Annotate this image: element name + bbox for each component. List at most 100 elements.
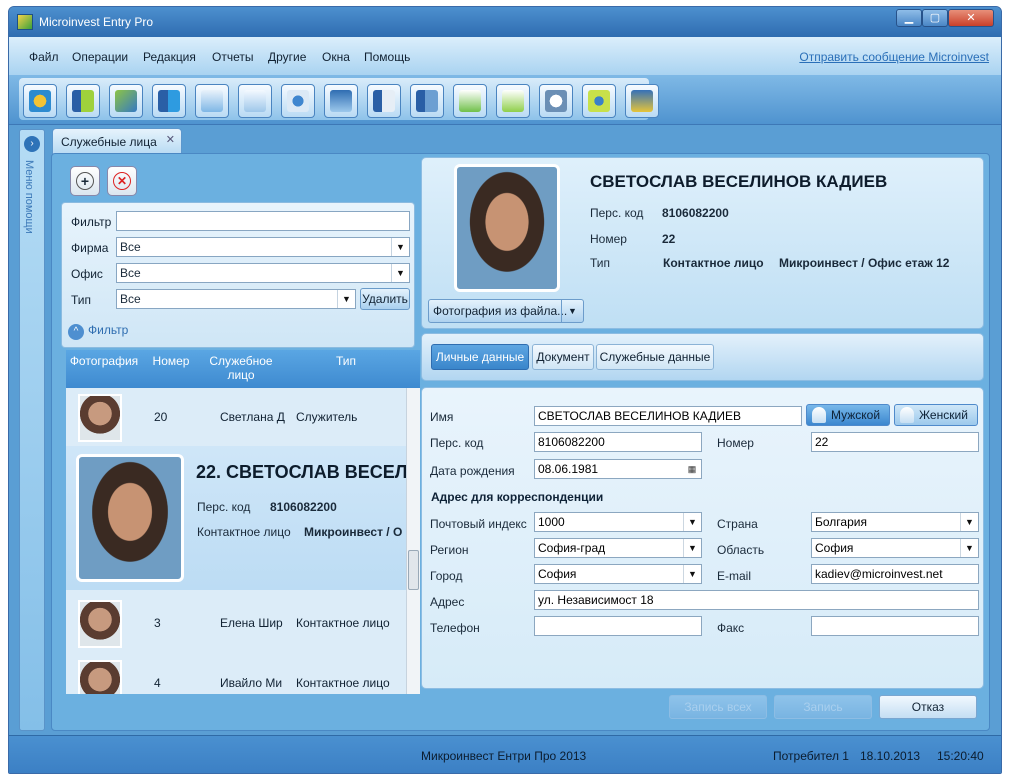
menu-other[interactable]: Другие <box>268 50 306 64</box>
menu-operations[interactable]: Операции <box>72 50 128 64</box>
add-document-icon[interactable] <box>195 84 229 118</box>
selected-id-value: 8106082200 <box>270 500 337 514</box>
fax-input[interactable] <box>811 616 979 636</box>
email-input[interactable]: kadiev@microinvest.net <box>811 564 979 584</box>
menu-edit[interactable]: Редакция <box>143 50 196 64</box>
close-button[interactable]: ✕ <box>948 9 994 27</box>
phone-input[interactable] <box>534 616 702 636</box>
save-all-button[interactable]: Запись всех <box>669 695 767 719</box>
row-type: Контактное лицо <box>296 616 390 630</box>
user-door-icon[interactable] <box>367 84 401 118</box>
add-button[interactable]: + <box>70 166 100 196</box>
male-user-icon <box>812 407 826 423</box>
menu-reports[interactable]: Отчеты <box>212 50 253 64</box>
filter-toggle[interactable]: ^ Фильтр <box>68 323 128 340</box>
minimize-button[interactable]: ▁ <box>896 9 922 27</box>
type-select[interactable]: Все ▼ <box>116 289 356 309</box>
type-label: Тип <box>71 293 92 307</box>
office-label: Офис <box>71 267 103 281</box>
chevron-down-icon: ▼ <box>683 565 701 583</box>
expand-arrow-icon[interactable]: › <box>24 136 40 152</box>
menu-windows[interactable]: Окна <box>322 50 350 64</box>
fax-label: Факс <box>717 621 745 635</box>
chevron-down-icon: ▼ <box>683 513 701 531</box>
selected-title: 22. СВЕТОСЛАВ ВЕСЕЛИН <box>196 462 420 482</box>
document-play-icon[interactable] <box>496 84 530 118</box>
help-icon[interactable] <box>625 84 659 118</box>
remove-button[interactable]: ✕ <box>107 166 137 196</box>
delete-button[interactable]: Удалить <box>360 288 410 310</box>
selected-list-item[interactable]: 22. СВЕТОСЛАВ ВЕСЕЛИН Перс. код 81060822… <box>66 446 420 590</box>
city-label: Город <box>430 569 463 583</box>
list-item[interactable]: 3 Елена Шир Контактное лицо <box>66 594 406 654</box>
exit-door-icon[interactable] <box>66 84 100 118</box>
address-input[interactable]: ул. Независимост 18 <box>534 590 979 610</box>
users-swap-icon[interactable] <box>109 84 143 118</box>
column-official[interactable]: Служебное лицо <box>206 354 276 382</box>
column-number[interactable]: Номер <box>146 354 196 368</box>
photo-from-file-button[interactable]: Фотография из файла... ▼ <box>428 299 584 323</box>
menu-help[interactable]: Помощь <box>364 50 410 64</box>
birth-date-label: Дата рождения <box>430 464 515 478</box>
list-header: Фотография Номер Служебное лицо Тип <box>66 350 420 388</box>
filter-input[interactable] <box>116 211 410 231</box>
status-date: 18.10.2013 <box>860 749 921 763</box>
address-section-title: Адрес для корреспонденции <box>431 490 604 504</box>
close-tab-icon[interactable]: ✕ <box>166 133 175 146</box>
zip-value: 1000 <box>538 515 565 529</box>
region-select[interactable]: София-град ▼ <box>534 538 702 558</box>
birth-date-input[interactable]: 08.06.1981 ▦ <box>534 459 702 479</box>
female-button[interactable]: Женский <box>894 404 978 426</box>
tab-officials[interactable]: Служебные лица ✕ <box>52 128 182 154</box>
tab-official-data[interactable]: Служебные данные <box>596 344 714 370</box>
power-icon[interactable] <box>23 84 57 118</box>
card-number-value: 22 <box>662 232 676 246</box>
save-button[interactable]: Запись <box>774 695 872 719</box>
chevron-down-icon[interactable]: ▼ <box>561 300 583 322</box>
row-name: Ивайло Ми <box>220 676 283 690</box>
user-door-icon-2[interactable] <box>410 84 444 118</box>
card-id-value: 8106082200 <box>662 206 729 220</box>
status-time: 15:20:40 <box>937 749 984 763</box>
row-number: 20 <box>154 410 168 424</box>
card-number-label: Номер <box>590 232 627 246</box>
user-card-icon[interactable] <box>324 84 358 118</box>
list-item[interactable]: 20 Светлана Д Служитель <box>66 388 406 448</box>
officials-list: 20 Светлана Д Служитель 22. СВЕТОСЛАВ ВЕ… <box>66 388 420 694</box>
app-logo-icon <box>17 14 33 30</box>
menu-file[interactable]: Файл <box>29 50 59 64</box>
name-input[interactable]: СВЕТОСЛАВ ВЕСЕЛИНОВ КАДИЕВ <box>534 406 802 426</box>
enter-door-icon[interactable] <box>152 84 186 118</box>
send-message-link[interactable]: Отправить сообщение Microinvest <box>799 50 989 64</box>
office-select[interactable]: Все ▼ <box>116 263 410 283</box>
help-menu-panel[interactable]: › Меню помощи <box>19 129 45 731</box>
toolbar-strip <box>19 78 659 120</box>
refresh-document-icon[interactable] <box>453 84 487 118</box>
number-input[interactable]: 22 <box>811 432 979 452</box>
male-label: Мужской <box>831 408 881 422</box>
area-select[interactable]: София ▼ <box>811 538 979 558</box>
list-scrollbar[interactable] <box>406 388 420 694</box>
column-type[interactable]: Тип <box>306 354 386 368</box>
schedule-clock-icon[interactable] <box>539 84 573 118</box>
column-photo[interactable]: Фотография <box>69 354 139 368</box>
scroll-thumb[interactable] <box>408 550 419 590</box>
row-type: Контактное лицо <box>296 676 390 690</box>
list-item[interactable]: 4 Ивайло Ми Контактное лицо <box>66 654 406 694</box>
calendar-icon[interactable]: ▦ <box>684 461 700 477</box>
zip-select[interactable]: 1000 ▼ <box>534 512 702 532</box>
tab-document[interactable]: Документ <box>532 344 594 370</box>
settings-gears-icon[interactable] <box>582 84 616 118</box>
male-button[interactable]: Мужской <box>806 404 890 426</box>
at-user-icon[interactable] <box>281 84 315 118</box>
calendar-chat-icon[interactable] <box>238 84 272 118</box>
city-select[interactable]: София ▼ <box>534 564 702 584</box>
pid-input[interactable]: 8106082200 <box>534 432 702 452</box>
cancel-button[interactable]: Отказ <box>879 695 977 719</box>
company-select[interactable]: Все ▼ <box>116 237 410 257</box>
country-select[interactable]: Болгария ▼ <box>811 512 979 532</box>
tabs-panel: Личные данные Документ Служебные данные <box>421 333 984 381</box>
office-value: Все <box>120 266 141 280</box>
maximize-button[interactable]: ▢ <box>922 9 948 27</box>
tab-personal-data[interactable]: Личные данные <box>431 344 529 370</box>
